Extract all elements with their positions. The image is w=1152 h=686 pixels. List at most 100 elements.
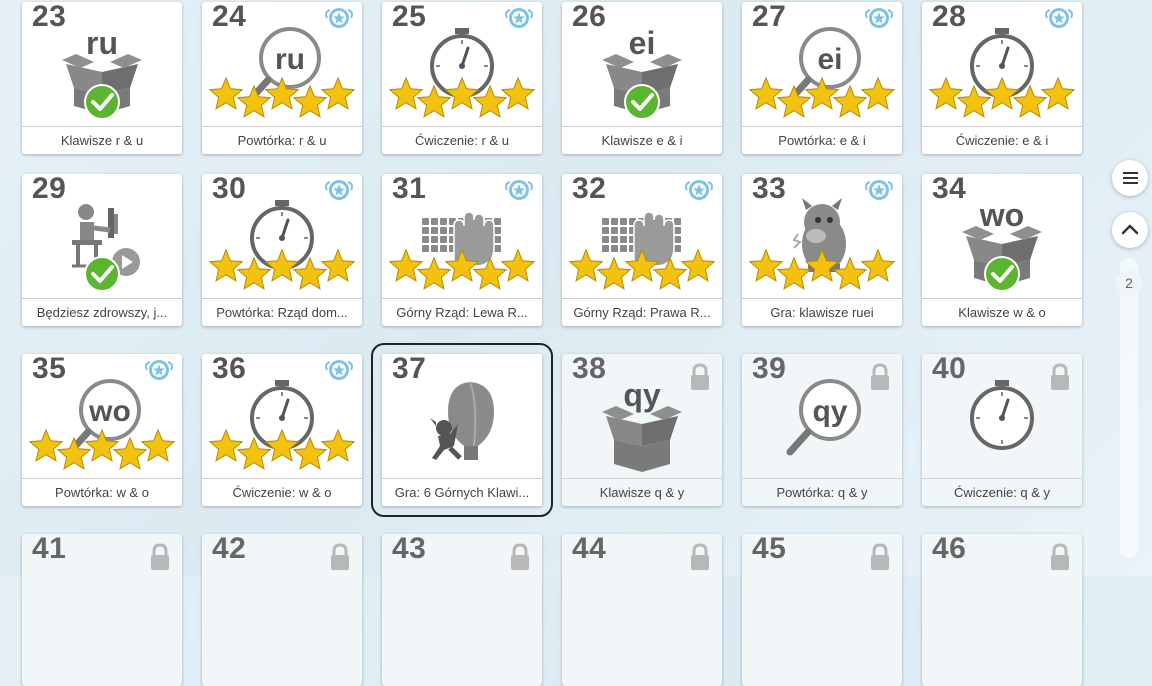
lesson-card[interactable]: 26 ei Klawisze e & i	[562, 0, 722, 154]
lesson-card[interactable]: 28 Ćwiczenie: e & i	[922, 0, 1082, 154]
lock-icon	[1051, 543, 1069, 570]
lock-icon	[511, 543, 529, 570]
lesson-card[interactable]: 36 Ćwiczenie: w & o	[202, 352, 362, 506]
complete-check-icon	[84, 84, 120, 120]
five-stars-rating	[388, 76, 536, 118]
lesson-title: Ćwiczenie: w & o	[202, 478, 362, 506]
lock-icon	[151, 543, 169, 570]
five-stars-rating	[928, 76, 1076, 118]
lesson-title: Gra: 6 Górnych Klawi...	[382, 478, 542, 506]
lesson-title: Ćwiczenie: r & u	[382, 126, 542, 154]
lesson-title: Gra: klawisze ruei	[742, 298, 902, 326]
svg-text:wo: wo	[88, 395, 131, 428]
svg-text:qy: qy	[812, 395, 847, 428]
lesson-title: Ćwiczenie: e & i	[922, 126, 1082, 154]
hamburger-menu-icon	[1123, 172, 1138, 184]
lesson-title: Powtórka: Rząd dom...	[202, 298, 362, 326]
open-box-icon: qy	[602, 377, 682, 472]
lesson-card[interactable]: 34 wo Klawisze w & o	[922, 172, 1082, 326]
five-stars-rating	[388, 248, 536, 290]
box-letters-icon: qy	[602, 377, 682, 472]
lesson-number: 42	[212, 532, 247, 565]
svg-text:ru: ru	[86, 25, 118, 61]
lesson-card[interactable]: 35 wo Powtórka: w & o	[22, 352, 182, 506]
five-stars-rating	[748, 248, 896, 290]
lock-icon	[331, 543, 349, 570]
lesson-card[interactable]: 41	[22, 532, 182, 686]
svg-text:wo: wo	[979, 197, 1024, 233]
page-indicator: 2	[1116, 270, 1142, 296]
lesson-card[interactable]: 25 Ćwiczenie: r & u	[382, 0, 542, 154]
box-letters-icon: wo	[962, 197, 1042, 292]
complete-check-icon	[984, 256, 1020, 292]
lesson-number: 43	[392, 532, 427, 565]
lesson-title: Górny Rząd: Prawa R...	[562, 298, 722, 326]
lock-icon	[691, 543, 709, 570]
lesson-number: 45	[752, 532, 787, 565]
keyboard-hand-icon	[388, 211, 536, 290]
five-stars-rating	[28, 428, 176, 470]
lesson-card[interactable]: 44	[562, 532, 722, 686]
lesson-title: Powtórka: w & o	[22, 478, 182, 506]
box-letters-icon: ru	[62, 25, 142, 120]
menu-button[interactable]	[1112, 160, 1148, 196]
box-letters-icon: ei	[602, 25, 682, 120]
lesson-card[interactable]: 46	[922, 532, 1082, 686]
svg-text:qy: qy	[623, 377, 661, 413]
lesson-title: Ćwiczenie: q & y	[922, 478, 1082, 506]
chevron-up-icon	[1121, 224, 1139, 235]
ninja-balloon-icon	[430, 381, 494, 460]
lesson-title: Powtórka: r & u	[202, 126, 362, 154]
lesson-number: 44	[572, 532, 607, 565]
lesson-card[interactable]: 43	[382, 532, 542, 686]
magnifier-icon: qy	[786, 379, 861, 456]
lesson-number: 46	[932, 532, 967, 565]
lesson-card[interactable]: 29 Będziesz zdrowszy, j...	[22, 172, 182, 326]
lesson-card[interactable]: 39 qy Powtórka: q & y	[742, 352, 902, 506]
lesson-card[interactable]: 32 Górny Rząd: Prawa R...	[562, 172, 722, 326]
lesson-card[interactable]: 45	[742, 532, 902, 686]
five-stars-rating	[208, 248, 356, 290]
lesson-title: Klawisze q & y	[562, 478, 722, 506]
stopwatch-icon	[208, 200, 356, 290]
lesson-card[interactable]: 37 Gra: 6 Górnych Klawi...	[371, 343, 553, 517]
five-stars-rating	[208, 428, 356, 470]
lesson-card[interactable]: 40 Ćwiczenie: q & y	[922, 352, 1082, 506]
scroll-up-button[interactable]	[1112, 212, 1148, 248]
complete-check-icon	[624, 84, 660, 120]
lesson-card[interactable]: 30 Powtórka: Rząd dom...	[202, 172, 362, 326]
lesson-title: Powtórka: e & i	[742, 126, 902, 154]
five-stars-rating	[208, 76, 356, 118]
lesson-card[interactable]: 27 ei Powtórka: e & i	[742, 0, 902, 154]
lesson-number: 41	[32, 532, 67, 565]
magnifier-letters-icon: ru	[208, 27, 356, 118]
stopwatch-icon	[208, 380, 356, 470]
lock-icon	[871, 543, 889, 570]
five-stars-rating	[568, 248, 716, 290]
five-stars-rating	[748, 76, 896, 118]
magnifier-letters-icon: wo	[28, 379, 176, 470]
lesson-title: Klawisze e & i	[562, 126, 722, 154]
lesson-card[interactable]: 33 Gra: klawisze ruei	[742, 172, 902, 326]
svg-text:ru: ru	[275, 43, 305, 76]
lesson-title: Powtórka: q & y	[742, 478, 902, 506]
magnifier-letters-icon: qy	[786, 379, 861, 456]
monster-game-icon	[748, 198, 896, 290]
stopwatch-icon	[970, 380, 1034, 450]
lesson-title: Klawisze r & u	[22, 126, 182, 154]
lesson-card[interactable]: 38 qy Klawisze q & y	[562, 352, 722, 506]
lesson-card[interactable]: 31 Górny Rząd: Lewa R...	[382, 172, 542, 326]
stopwatch-icon	[970, 380, 1034, 450]
ergonomics-video-icon	[72, 204, 140, 292]
lesson-card[interactable]: 24 ru Powtórka: r & u	[202, 0, 362, 154]
ninja-balloon-game-icon	[430, 381, 494, 460]
stopwatch-icon	[928, 28, 1076, 118]
lesson-title: Klawisze w & o	[922, 298, 1082, 326]
lesson-grid: 23 ru Klawisze r & u 24 ru Powtórka: r & …	[0, 0, 1100, 686]
complete-check-icon	[84, 256, 120, 292]
lesson-card[interactable]: 42	[202, 532, 362, 686]
scroll-track[interactable]	[1120, 258, 1138, 558]
lesson-title: Górny Rząd: Lewa R...	[382, 298, 542, 326]
stopwatch-icon	[388, 28, 536, 118]
lesson-card[interactable]: 23 ru Klawisze r & u	[22, 0, 182, 154]
